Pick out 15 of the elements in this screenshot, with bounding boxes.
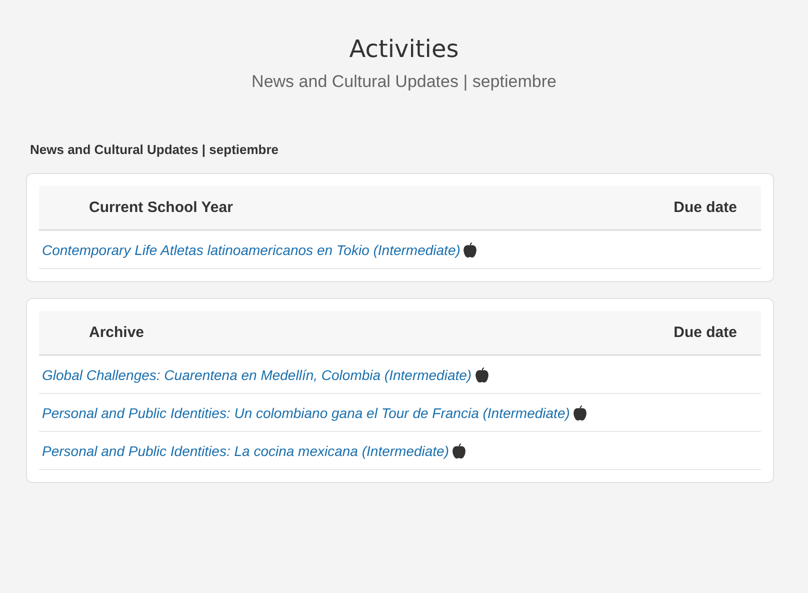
activity-link[interactable]: Contemporary Life Atletas latinoamericanos en Tokio (Intermediate) <box>42 242 460 258</box>
apple-icon <box>572 404 587 420</box>
apple-icon <box>452 442 466 458</box>
page-subtitle: News and Cultural Updates | septiembre <box>250 72 558 92</box>
column-header: Archive <box>89 324 144 341</box>
activity-link[interactable]: Personal and Public Identities: La cocina mexicana (Intermediate) <box>42 442 449 458</box>
apple-icon <box>463 242 478 258</box>
activity-link[interactable]: Personal and Public Identities: Un colombiano gana el Tour de Francia (Intermediate) <box>42 404 570 420</box>
section-title: News and Cultural Updates | septiembre <box>30 142 280 157</box>
activity-link[interactable]: Global Challenges: Cuarentena en Medellín, Colombia (Intermediate) <box>42 366 472 382</box>
apple-icon <box>474 366 489 382</box>
column-header: Due date <box>674 324 737 341</box>
column-header: Due date <box>674 199 737 216</box>
column-header: Current School Year <box>89 199 233 216</box>
page-title: Activities <box>348 34 460 64</box>
